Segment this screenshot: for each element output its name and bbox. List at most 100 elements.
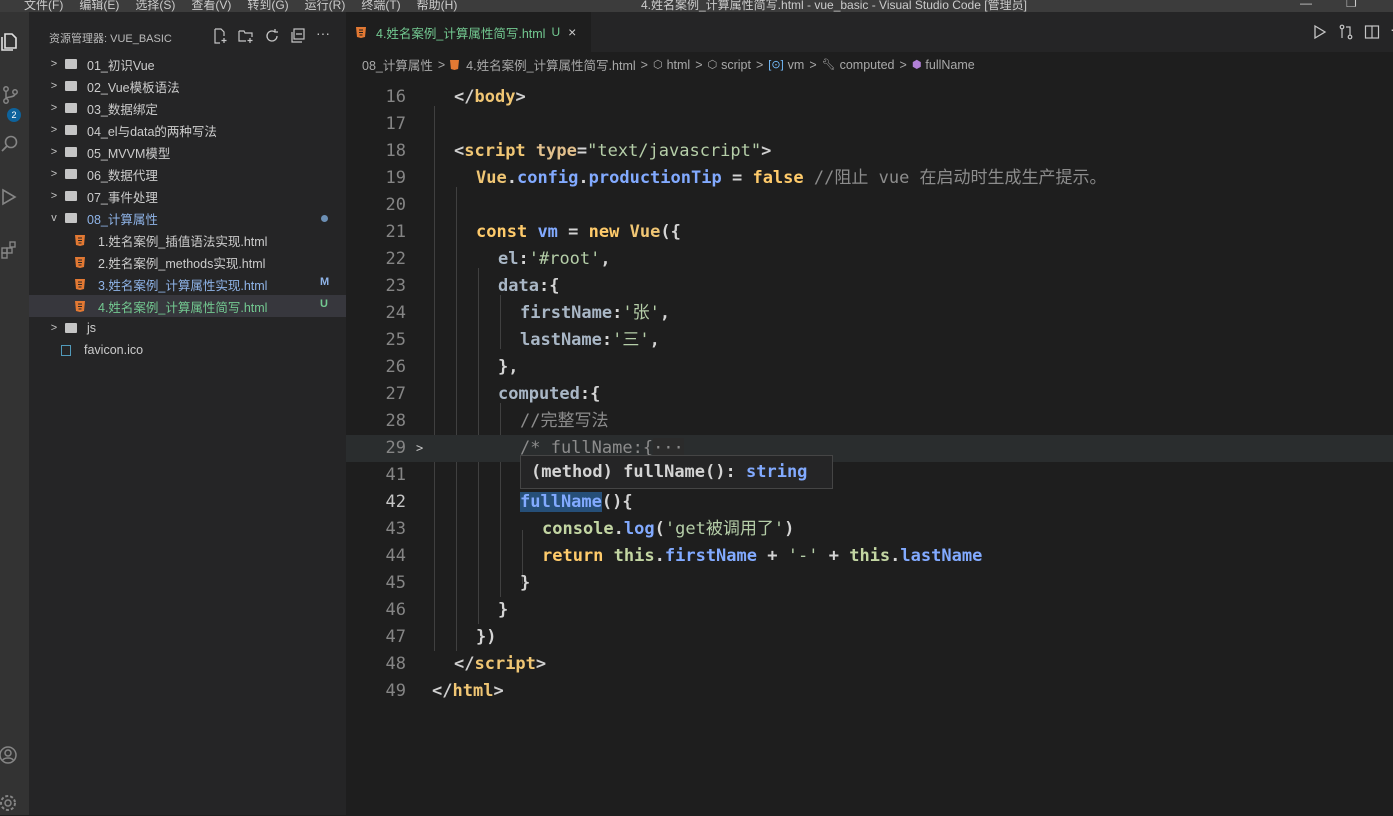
html5-file-icon xyxy=(75,234,85,246)
breadcrumb-folder[interactable]: 08_计算属性 xyxy=(362,55,433,74)
compare-changes-icon[interactable] xyxy=(1338,24,1354,40)
tree-file[interactable]: 3.姓名案例_计算属性实现.html M xyxy=(29,273,346,295)
chevron-right-icon: > xyxy=(50,190,58,202)
line-number: 18 xyxy=(385,141,406,161)
line-number: 25 xyxy=(385,330,406,350)
folder-icon xyxy=(65,169,77,179)
tree-label: 07_事件处理 xyxy=(87,190,158,205)
tree-folder[interactable]: > js xyxy=(29,317,346,339)
breadcrumb-html[interactable]: ⬡ html xyxy=(653,58,690,72)
line-number: 47 xyxy=(385,627,406,647)
explorer-title: 资源管理器: VUE_BASIC xyxy=(49,33,172,45)
line-number: 27 xyxy=(385,384,406,404)
folder-open-icon xyxy=(65,213,77,223)
menu-file[interactable]: 文件(F) xyxy=(0,0,71,12)
tree-file-active[interactable]: 4.姓名案例_计算属性简写.html U xyxy=(29,295,346,317)
modified-dot xyxy=(321,215,328,222)
split-editor-icon[interactable] xyxy=(1364,24,1380,40)
hover-name: fullName xyxy=(623,462,706,482)
line-number: 17 xyxy=(385,114,406,134)
run-icon[interactable] xyxy=(1312,24,1328,40)
new-folder-icon[interactable] xyxy=(238,28,256,44)
editor-tab-active[interactable]: 4.姓名案例_计算属性简写.html U × xyxy=(346,12,591,52)
tree-label: favicon.ico xyxy=(84,343,144,357)
tree-folder[interactable]: >04_el与data的两种写法 xyxy=(29,119,346,141)
fold-chevron-icon[interactable]: > xyxy=(416,435,423,462)
chevron-right-icon: > xyxy=(50,80,58,92)
git-status-modified: M xyxy=(320,276,330,288)
explorer-sidebar: 资源管理器: VUE_BASIC ··· >01_初识Vue >02_Vue模板… xyxy=(29,12,346,815)
search-icon[interactable] xyxy=(0,134,20,156)
tree-label: 03_数据绑定 xyxy=(87,102,158,117)
line-number: 48 xyxy=(385,654,406,674)
tree-file[interactable]: 2.姓名案例_methods实现.html xyxy=(29,251,346,273)
chevron-right-icon: > xyxy=(899,57,907,72)
code-line: 45} xyxy=(346,570,1393,597)
breadcrumb-script[interactable]: ⬡ script xyxy=(708,58,751,72)
refresh-icon[interactable] xyxy=(264,28,282,44)
html5-file-icon xyxy=(75,256,85,268)
chevron-right-icon: > xyxy=(50,146,58,158)
chevron-right-icon: > xyxy=(50,102,58,114)
explorer-icon[interactable] xyxy=(0,32,20,54)
breadcrumb-label: script xyxy=(721,57,751,72)
menu-terminal[interactable]: 终端(T) xyxy=(353,0,408,12)
chevron-down-icon: v xyxy=(51,212,57,224)
chevron-right-icon: > xyxy=(437,57,446,72)
line-number: 43 xyxy=(385,519,406,539)
menu-view[interactable]: 查看(V) xyxy=(183,0,239,12)
breadcrumb-fullname[interactable]: ⬢ fullName xyxy=(912,58,975,72)
code-line: 43 console.log('get被调用了') xyxy=(346,516,1393,543)
tree-folder[interactable]: >06_数据代理 xyxy=(29,163,346,185)
tab-label: 4.姓名案例_计算属性简写.html xyxy=(376,26,546,41)
editor-area: 4.姓名案例_计算属性简写.html U × ··· 08_计算属性 > 4.姓… xyxy=(346,12,1393,815)
tree-folder[interactable]: >05_MVVM模型 xyxy=(29,141,346,163)
minimize-icon[interactable]: — xyxy=(1300,0,1312,10)
menu-edit[interactable]: 编辑(E) xyxy=(71,0,127,12)
source-control-icon[interactable] xyxy=(0,85,20,107)
menu-selection[interactable]: 选择(S) xyxy=(127,0,183,12)
menu-run[interactable]: 运行(R) xyxy=(297,0,354,12)
breadcrumb-label: 4.姓名案例_计算属性简写.html xyxy=(466,59,636,73)
tree-folder-open[interactable]: v 08_计算属性 xyxy=(29,207,346,229)
line-number: 20 xyxy=(385,195,406,215)
close-icon[interactable]: × xyxy=(568,24,576,40)
chevron-right-icon: > xyxy=(50,58,58,70)
title-bar: 文件(F) 编辑(E) 选择(S) 查看(V) 转到(G) 运行(R) 终端(T… xyxy=(0,0,1393,12)
breadcrumb-vm[interactable]: [⊙] vm xyxy=(768,58,804,72)
code-line: 25 lastName:'三', xyxy=(346,327,1393,354)
tree-label: 3.姓名案例_计算属性实现.html xyxy=(98,278,268,293)
breadcrumb-computed[interactable]: 🔧︎ computed xyxy=(822,58,895,72)
menu-help[interactable]: 帮助(H) xyxy=(409,0,466,12)
code-line: 49 </html> xyxy=(346,678,1393,705)
element-icon: ⬡ xyxy=(707,59,718,71)
extensions-icon[interactable] xyxy=(0,240,20,262)
folder-icon xyxy=(65,59,77,69)
settings-gear-icon[interactable] xyxy=(0,793,20,815)
hover-kind: (method) xyxy=(531,462,613,482)
more-actions-icon[interactable]: ··· xyxy=(316,26,334,44)
breadcrumb-file[interactable]: 4.姓名案例_计算属性简写.html xyxy=(450,55,636,74)
tree-file[interactable]: favicon.ico xyxy=(29,339,346,361)
tree-folder[interactable]: >02_Vue模板语法 xyxy=(29,75,346,97)
code-line: 28//完整写法 xyxy=(346,408,1393,435)
variable-icon: [⊙] xyxy=(768,59,784,71)
tab-bar: 4.姓名案例_计算属性简写.html U × ··· xyxy=(346,12,1393,52)
account-icon[interactable] xyxy=(0,745,20,767)
code-line-folded: 29 >/* fullName:{··· xyxy=(346,435,1393,462)
tree-folder[interactable]: >07_事件处理 xyxy=(29,185,346,207)
folder-icon xyxy=(65,103,77,113)
run-debug-icon[interactable] xyxy=(0,187,20,209)
collapse-all-icon[interactable] xyxy=(290,28,308,44)
tree-folder[interactable]: >03_数据绑定 xyxy=(29,97,346,119)
code-line: 41 xyxy=(346,462,1393,489)
breadcrumb-label: computed xyxy=(839,57,895,72)
new-file-icon[interactable] xyxy=(212,28,230,44)
hover-type: string xyxy=(746,462,808,482)
line-number: 49 xyxy=(385,681,406,701)
tree-file[interactable]: 1.姓名案例_插值语法实现.html xyxy=(29,229,346,251)
tree-label: 08_计算属性 xyxy=(87,212,158,227)
tree-folder[interactable]: >01_初识Vue xyxy=(29,53,346,75)
restore-icon[interactable]: ❐ xyxy=(1346,0,1357,10)
menu-go[interactable]: 转到(G) xyxy=(239,0,296,12)
